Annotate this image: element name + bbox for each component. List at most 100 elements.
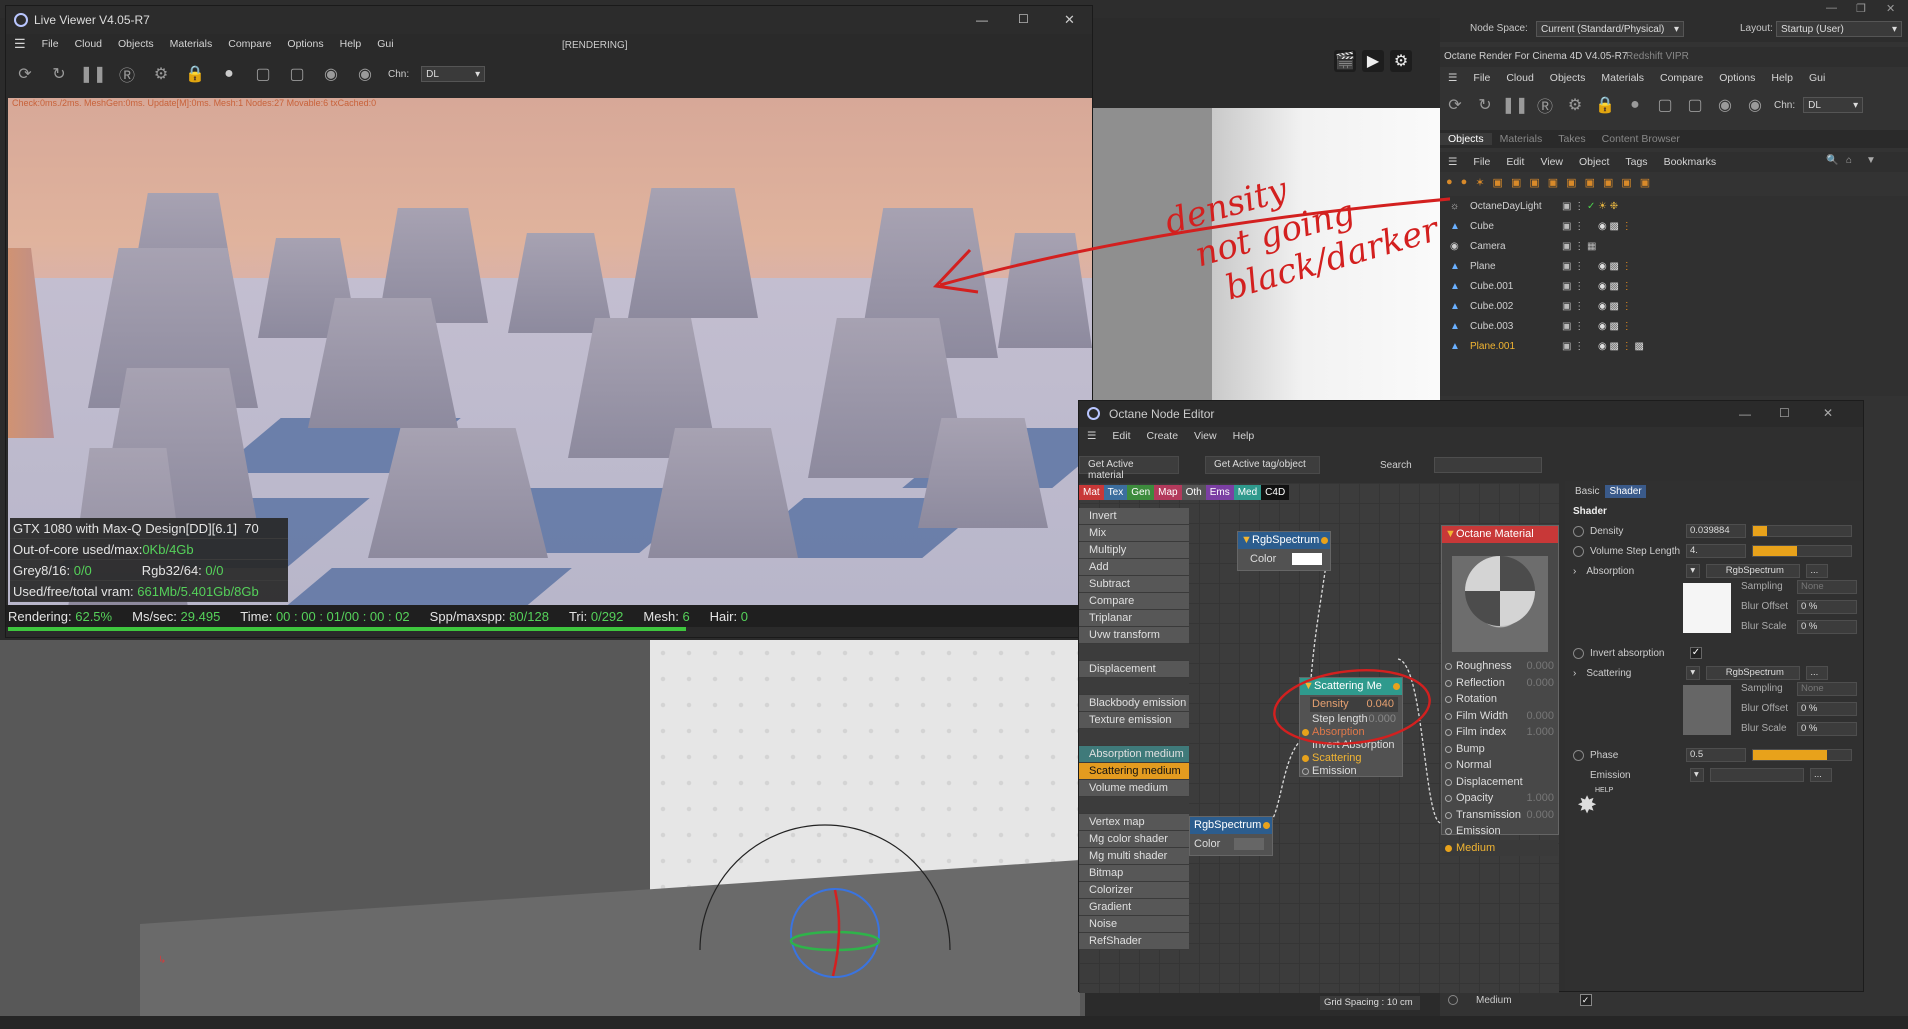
sampling-select[interactable]: None (1797, 580, 1857, 594)
visibility-icon[interactable]: ▣ ⋮ (1562, 281, 1584, 292)
tool-icon-9[interactable]: ▣ (1585, 176, 1595, 192)
list-item[interactable]: ▲ Cube.003 ▣ ⋮ ◉ ▩ ⋮ (1440, 316, 1908, 336)
hamburger-icon[interactable]: ☰ (1079, 430, 1104, 442)
focus-pick-icon[interactable]: ◉ (320, 63, 342, 85)
tag-icon[interactable]: ◉ ▩ ⋮ (1598, 281, 1632, 292)
color-swatch[interactable] (1234, 838, 1264, 850)
refresh-icon[interactable]: ↻ (1474, 94, 1496, 116)
scattering-port[interactable]: Scattering (1300, 752, 1402, 765)
region-icon[interactable]: Ⓡ (116, 63, 138, 85)
menu-objects[interactable]: Objects (1542, 72, 1594, 84)
port-icon[interactable] (1445, 745, 1452, 753)
tool-icon-2[interactable]: ● (1461, 176, 1468, 192)
refresh-icon[interactable]: ↻ (48, 63, 70, 85)
list-item[interactable]: ▲ Plane.001 ▣ ⋮ ◉ ▩ ⋮ ▩ (1440, 336, 1908, 356)
get-active-tag-button[interactable]: Get Active tag/object (1205, 456, 1320, 474)
material-port[interactable]: Emission (1442, 823, 1558, 840)
menu-gui[interactable]: Gui (369, 38, 401, 50)
rgbspectrum-node-2[interactable]: RgbSpectrum Color (1189, 816, 1273, 856)
material-port[interactable]: Film index 1.000 (1442, 724, 1558, 741)
close-icon[interactable]: ✕ (1064, 12, 1075, 28)
pause-icon[interactable]: ❚❚ (80, 63, 107, 85)
objects-menu-file[interactable]: File (1465, 156, 1498, 168)
tool-icon-11[interactable]: ▣ (1621, 176, 1631, 192)
pause-icon[interactable]: ❚❚ (1502, 94, 1529, 116)
viewport-gizmo[interactable] (690, 790, 970, 1000)
channel-select[interactable]: DL ▾ (1803, 97, 1864, 113)
clay-icon[interactable]: ▢ (1654, 94, 1676, 116)
port-icon[interactable] (1445, 762, 1452, 769)
tag-icon[interactable]: ◉ ▩ ⋮ ▩ (1598, 341, 1644, 352)
scattering-dropdown[interactable]: ▾ (1686, 666, 1701, 680)
list-item[interactable]: ▲ Cube ▣ ⋮ ◉ ▩ ⋮ (1440, 216, 1908, 236)
expand-icon[interactable]: › (1573, 668, 1576, 679)
tool-icon-6[interactable]: ▣ (1529, 176, 1539, 192)
absorption-shader-button[interactable]: RgbSpectrum (1706, 564, 1801, 578)
collapse-icon[interactable]: ▼ (1445, 526, 1456, 543)
menu-compare[interactable]: Compare (1652, 72, 1711, 84)
menu-gui[interactable]: Gui (1801, 72, 1833, 84)
pick-icon[interactable]: ▢ (286, 63, 308, 85)
material-port[interactable]: Opacity 1.000 (1442, 790, 1558, 807)
visibility-icon[interactable]: ▣ ⋮ ✓ (1562, 201, 1595, 212)
list-item[interactable]: ▲ Plane ▣ ⋮ ◉ ▩ ⋮ (1440, 256, 1908, 276)
port-icon[interactable] (1445, 828, 1452, 835)
scattering-swatch[interactable] (1683, 685, 1731, 735)
tag-icon[interactable]: ◉ ▩ ⋮ (1598, 261, 1632, 272)
objects-menu-edit[interactable]: Edit (1498, 156, 1532, 168)
visibility-icon[interactable]: ▣ ⋮ (1562, 221, 1584, 232)
blur-scale-field[interactable]: 0 % (1797, 722, 1857, 736)
volume-step-field[interactable]: 4. (1686, 544, 1746, 558)
material-port[interactable]: Film Width 0.000 (1442, 708, 1558, 725)
menu-materials[interactable]: Materials (162, 38, 221, 50)
tool-icon-5[interactable]: ▣ (1511, 176, 1521, 192)
hamburger-icon[interactable]: ☰ (1440, 72, 1465, 84)
density-field[interactable]: 0.039884 (1686, 524, 1746, 538)
port-icon[interactable] (1445, 696, 1452, 703)
menu-materials[interactable]: Materials (1593, 72, 1652, 84)
tab-takes[interactable]: Takes (1550, 133, 1593, 145)
density-slider[interactable] (1752, 525, 1852, 537)
reset-icon[interactable]: ⟳ (14, 63, 36, 85)
material-port[interactable]: Medium (1442, 839, 1558, 856)
menu-compare[interactable]: Compare (220, 38, 279, 50)
phase-field[interactable]: 0.5 (1686, 748, 1746, 762)
objects-menu-object[interactable]: Object (1571, 156, 1617, 168)
minimize-icon[interactable]: — (1826, 2, 1837, 14)
filter-icon[interactable]: ▼ (1866, 155, 1876, 166)
material-port[interactable]: Reflection 0.000 (1442, 675, 1558, 692)
absorption-dropdown[interactable]: ▾ (1686, 564, 1701, 578)
tab-basic[interactable]: Basic (1575, 486, 1599, 497)
material-ball-icon[interactable]: ● (1624, 94, 1646, 116)
tag-icon[interactable]: ◉ ▩ ⋮ (1598, 221, 1632, 232)
animate-icon[interactable] (1448, 995, 1458, 1005)
port-icon[interactable] (1445, 729, 1452, 736)
region-icon[interactable]: Ⓡ (1534, 94, 1556, 116)
maximize-icon[interactable]: ☐ (1018, 12, 1029, 26)
menu-options[interactable]: Options (1711, 72, 1763, 84)
medium-checkbox[interactable]: ✓ (1579, 994, 1592, 1006)
settings-gear-icon[interactable]: ⚙ (1564, 94, 1586, 116)
visibility-icon[interactable]: ▣ ⋮ (1562, 321, 1584, 332)
menu-file[interactable]: File (1465, 72, 1498, 84)
hamburger-icon[interactable]: ☰ (6, 36, 34, 52)
home-icon[interactable]: ⌂ (1846, 155, 1852, 166)
focus-pick-icon[interactable]: ◉ (1714, 94, 1736, 116)
invert-absorption-checkbox[interactable]: ✓ (1690, 647, 1702, 659)
menu-cloud[interactable]: Cloud (67, 38, 110, 50)
tool-icon-3[interactable]: ✶ (1475, 176, 1484, 192)
expand-icon[interactable]: › (1573, 566, 1576, 577)
material-pick-icon[interactable]: ◉ (354, 63, 376, 85)
visibility-icon[interactable]: ▣ ⋮ (1562, 301, 1584, 312)
tool-icon-10[interactable]: ▣ (1603, 176, 1613, 192)
port-icon[interactable] (1445, 778, 1452, 786)
port-icon[interactable] (1445, 663, 1452, 670)
absorption-swatch[interactable] (1683, 583, 1731, 633)
scattering-shader-button[interactable]: RgbSpectrum (1706, 666, 1801, 680)
material-port[interactable]: Roughness 0.000 (1442, 658, 1558, 675)
material-port[interactable]: Transmission 0.000 (1442, 807, 1558, 824)
tool-icon-4[interactable]: ▣ (1493, 176, 1503, 192)
emission-port[interactable]: Emission (1300, 765, 1402, 778)
material-port[interactable]: Displacement (1442, 774, 1558, 791)
menu-view[interactable]: View (1186, 430, 1225, 442)
